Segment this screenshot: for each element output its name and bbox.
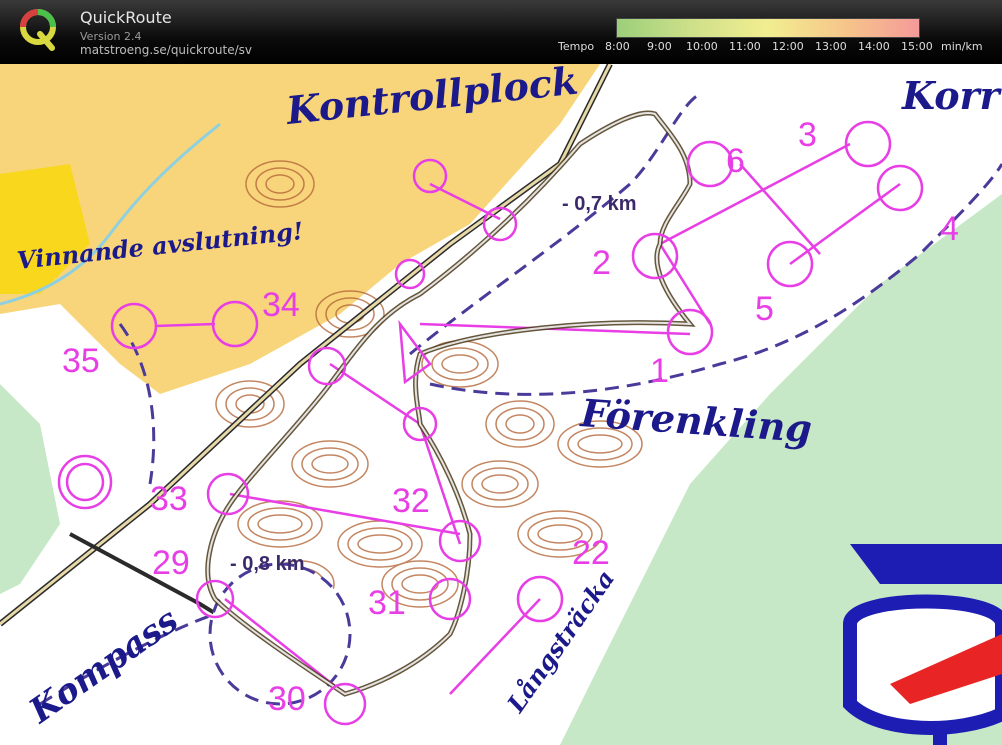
tempo-tick: 8:00: [605, 40, 630, 53]
control-number: 29: [152, 544, 190, 582]
distance-label: - 0,7 km: [562, 193, 636, 215]
orienteering-map[interactable]: 1 2 3 4 5 6 22 29 30 31 32 33 34 35 - 0,…: [0, 64, 1002, 745]
control-number: 35: [62, 342, 100, 380]
control-number: 31: [368, 584, 406, 622]
tempo-label: Tempo: [558, 40, 595, 53]
quickroute-logo-icon: [20, 9, 56, 51]
tempo-unit: min/km: [941, 40, 983, 53]
control-number: 32: [392, 482, 430, 520]
tempo-tick: 11:00: [729, 40, 761, 53]
control-number: 3: [798, 116, 817, 154]
tempo-tick: 9:00: [647, 40, 672, 53]
app-header: QuickRoute Version 2.4 matstroeng.se/qui…: [0, 0, 1002, 64]
control-number: 4: [940, 210, 959, 248]
control-number: 33: [150, 480, 188, 518]
app-url: matstroeng.se/quickroute/sv: [80, 43, 253, 57]
control-number: 6: [726, 142, 745, 180]
control-number: 22: [572, 534, 610, 572]
tempo-tick: 14:00: [858, 40, 890, 53]
tempo-tick: 10:00: [686, 40, 718, 53]
app-title: QuickRoute: [80, 8, 172, 27]
app-version: Version 2.4: [80, 30, 142, 43]
lake-symbol: [843, 544, 1002, 745]
control-number: 5: [755, 290, 774, 328]
tempo-color-scale: [616, 18, 920, 38]
control-number: 30: [268, 680, 306, 718]
distance-label: - 0,8 km: [230, 553, 304, 575]
control-number: 2: [592, 244, 611, 282]
control-number: 1: [650, 352, 669, 390]
tempo-tick: 13:00: [815, 40, 847, 53]
tempo-tick: 15:00: [901, 40, 933, 53]
area-label: Korr: [901, 73, 1002, 118]
tempo-tick: 12:00: [772, 40, 804, 53]
control-number: 34: [262, 286, 300, 324]
